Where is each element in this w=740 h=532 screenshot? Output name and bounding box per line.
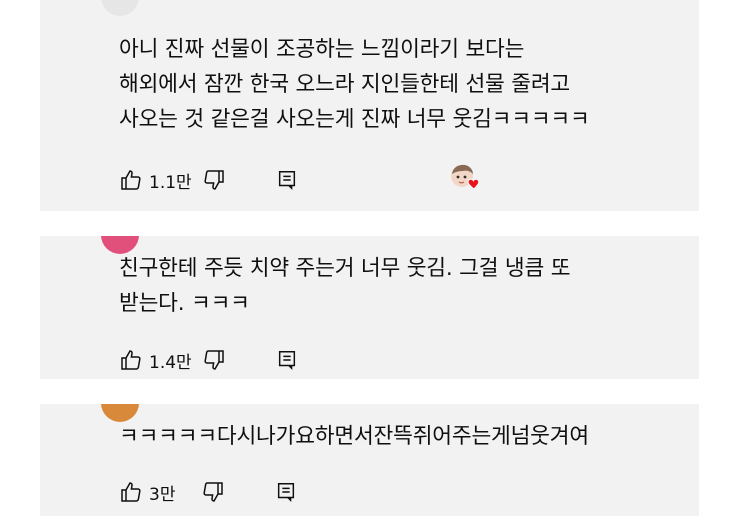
comment-line: 사오는 것 같은걸 사오는게 진짜 너무 웃김ㅋㅋㅋㅋㅋ xyxy=(119,107,590,132)
comment-line: 아니 진짜 선물이 조공하는 느낌이라기 보다는 xyxy=(119,37,525,62)
comment-card-2: 친구한테 주듯 치약 주는거 너무 웃김. 그걸 냉큼 또 받는다. ㅋㅋㅋ 1… xyxy=(40,236,699,379)
comment-actions: 1.1만 xyxy=(119,164,480,194)
reply-icon[interactable] xyxy=(275,481,297,503)
thumbs-up-icon[interactable] xyxy=(119,168,143,192)
reply-icon[interactable] xyxy=(276,169,298,191)
comment-text: 아니 진짜 선물이 조공하는 느낌이라기 보다는 해외에서 잠깐 한국 오느라 … xyxy=(119,32,669,137)
comment-line: ㅋㅋㅋㅋㅋ다시나가요하면서잔뜩쥐어주는게넘웃겨여 xyxy=(119,424,589,449)
comment-line: 받는다. ㅋㅋㅋ xyxy=(119,291,250,316)
comment-text: 친구한테 주듯 치약 주는거 너무 웃김. 그걸 냉큼 또 받는다. ㅋㅋㅋ xyxy=(119,251,669,321)
creator-heart-icon xyxy=(448,162,482,196)
comment-line: 친구한테 주듯 치약 주는거 너무 웃김. 그걸 냉큼 또 xyxy=(119,256,571,281)
comment-card-1: 아니 진짜 선물이 조공하는 느낌이라기 보다는 해외에서 잠깐 한국 오느라 … xyxy=(40,0,699,211)
like-count: 1.1만 xyxy=(149,172,192,193)
comment-line: 해외에서 잠깐 한국 오느라 지인들한테 선물 줄려고 xyxy=(119,72,570,97)
like-count: 1.4만 xyxy=(149,352,192,373)
reply-icon[interactable] xyxy=(276,349,298,371)
like-count: 3만 xyxy=(149,484,176,505)
thumbs-up-icon[interactable] xyxy=(119,348,143,372)
comment-text: ㅋㅋㅋㅋㅋ다시나가요하면서잔뜩쥐어주는게넘웃겨여 xyxy=(119,419,669,454)
thumbs-up-icon[interactable] xyxy=(119,480,143,504)
commenter-avatar[interactable] xyxy=(101,0,139,16)
comment-actions: 3만 xyxy=(119,478,297,506)
thumbs-down-icon[interactable] xyxy=(202,168,226,192)
comment-card-3: ㅋㅋㅋㅋㅋ다시나가요하면서잔뜩쥐어주는게넘웃겨여 3만 xyxy=(40,404,699,516)
comment-actions: 1.4만 xyxy=(119,346,298,374)
thumbs-down-icon[interactable] xyxy=(202,348,226,372)
thumbs-down-icon[interactable] xyxy=(201,480,225,504)
